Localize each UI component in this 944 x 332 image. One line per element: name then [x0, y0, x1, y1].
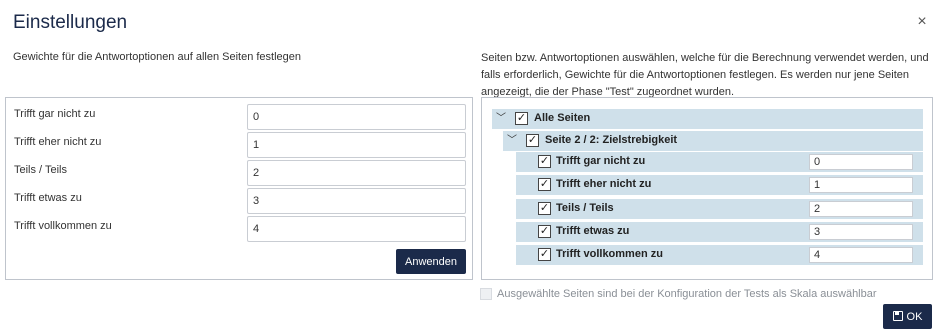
- weight-input[interactable]: [247, 132, 466, 158]
- option-weight-input[interactable]: [809, 201, 913, 217]
- apply-button[interactable]: Anwenden: [396, 249, 466, 274]
- option-weight-input[interactable]: [809, 177, 913, 193]
- tree-option-label: Trifft gar nicht zu: [556, 155, 646, 167]
- weight-label: Trifft etwas zu: [14, 192, 82, 204]
- weight-row: Trifft gar nicht zu: [6, 104, 472, 130]
- tree-option-row[interactable]: ✓ Trifft vollkommen zu: [516, 245, 923, 265]
- tree-root-label: Alle Seiten: [534, 112, 591, 124]
- save-icon: [892, 310, 903, 321]
- tree-option-label: Trifft etwas zu: [556, 225, 630, 237]
- right-description: Seiten bzw. Antwortoptionen auswählen, w…: [481, 52, 929, 98]
- option-checkbox[interactable]: ✓: [538, 225, 551, 238]
- option-checkbox[interactable]: ✓: [538, 155, 551, 168]
- weight-label: Trifft eher nicht zu: [14, 136, 102, 148]
- weight-row: Teils / Teils: [6, 160, 472, 186]
- option-weight-input[interactable]: [809, 154, 913, 170]
- weight-row: Trifft eher nicht zu: [6, 132, 472, 158]
- ok-label: OK: [906, 310, 923, 323]
- ok-button[interactable]: OK: [883, 304, 932, 329]
- tree-option-label: Teils / Teils: [556, 202, 614, 214]
- chevron-down-icon[interactable]: ﹀: [495, 111, 507, 127]
- weight-label: Trifft gar nicht zu: [14, 108, 96, 120]
- scale-selectable-checkbox[interactable]: [480, 288, 492, 300]
- option-weight-input[interactable]: [809, 247, 913, 263]
- left-description: Gewichte für die Antwortoptionen auf all…: [13, 51, 302, 63]
- close-icon[interactable]: ×: [913, 13, 931, 31]
- tree-option-row[interactable]: ✓ Trifft eher nicht zu: [516, 175, 923, 195]
- tree-option-row[interactable]: ✓ Teils / Teils: [516, 199, 923, 219]
- option-checkbox[interactable]: ✓: [538, 248, 551, 261]
- option-weight-input[interactable]: [809, 224, 913, 240]
- weight-input[interactable]: [247, 188, 466, 214]
- weight-input[interactable]: [247, 160, 466, 186]
- weight-row: Trifft etwas zu: [6, 188, 472, 214]
- tree-page-label: Seite 2 / 2: Zielstrebigkeit: [545, 134, 678, 146]
- weight-label: Trifft vollkommen zu: [14, 220, 112, 232]
- weight-row: Trifft vollkommen zu: [6, 216, 472, 242]
- tree-option-label: Trifft eher nicht zu: [556, 178, 652, 190]
- tree-option-row[interactable]: ✓ Trifft gar nicht zu: [516, 152, 923, 172]
- weight-input[interactable]: [247, 216, 466, 242]
- tree-option-label: Trifft vollkommen zu: [556, 248, 663, 260]
- page-tree-panel: ﹀ ✓ Alle Seiten ﹀ ✓ Seite 2 / 2: Zielstr…: [481, 97, 933, 280]
- chevron-down-icon[interactable]: ﹀: [506, 133, 518, 149]
- tree-page-row[interactable]: ﹀ ✓ Seite 2 / 2: Zielstrebigkeit: [503, 131, 923, 151]
- scale-selectable-label: Ausgewählte Seiten sind bei der Konfigur…: [497, 288, 877, 300]
- option-checkbox[interactable]: ✓: [538, 178, 551, 191]
- tree-option-row[interactable]: ✓ Trifft etwas zu: [516, 222, 923, 242]
- page-checkbox[interactable]: ✓: [526, 134, 539, 147]
- tree-root-row[interactable]: ﹀ ✓ Alle Seiten: [492, 109, 923, 129]
- option-checkbox[interactable]: ✓: [538, 202, 551, 215]
- weights-panel: Trifft gar nicht zu Trifft eher nicht zu…: [5, 97, 473, 280]
- weight-input[interactable]: [247, 104, 466, 130]
- root-checkbox[interactable]: ✓: [515, 112, 528, 125]
- dialog-title: Einstellungen: [13, 12, 128, 33]
- weight-label: Teils / Teils: [14, 164, 67, 176]
